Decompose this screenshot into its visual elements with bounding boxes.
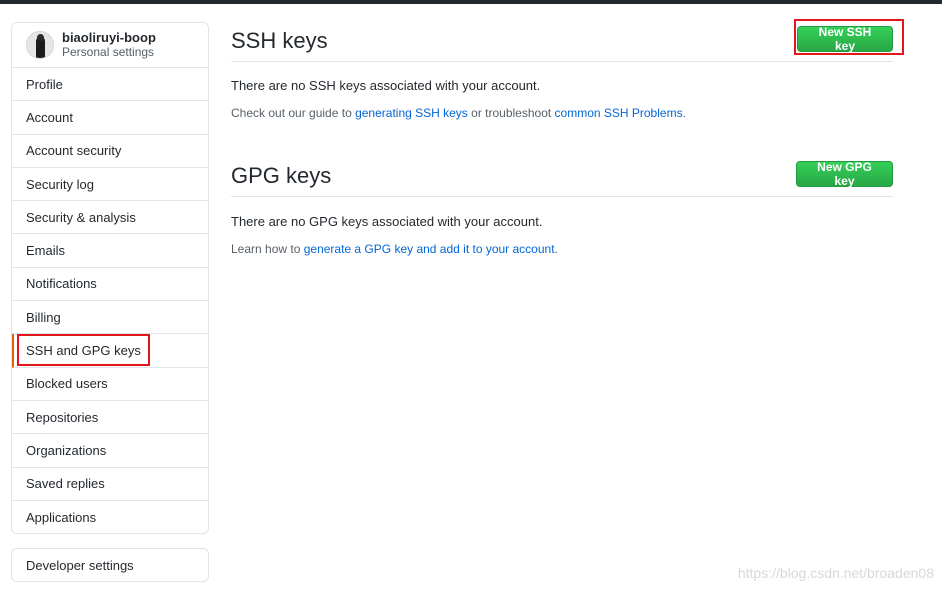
- ssh-guide-note: Check out our guide to generating SSH ke…: [231, 106, 686, 120]
- settings-sidebar: biaoliruyi-boop Personal settings Profil…: [11, 22, 209, 534]
- user-name[interactable]: biaoliruyi-boop: [62, 31, 156, 45]
- sidebar-item-emails[interactable]: Emails: [12, 234, 208, 268]
- ssh-guide-suffix: .: [682, 106, 686, 120]
- ssh-section-header: SSH keys New SSH key: [231, 22, 893, 62]
- new-gpg-key-button[interactable]: New GPG key: [796, 160, 893, 188]
- gpg-section-header: GPG keys New GPG key: [231, 157, 893, 197]
- sidebar-item-ssh-gpg-keys[interactable]: SSH and GPG keys: [12, 334, 208, 368]
- sidebar-item-profile[interactable]: Profile: [12, 68, 208, 102]
- user-header: biaoliruyi-boop Personal settings: [12, 23, 208, 68]
- sidebar-item-account[interactable]: Account: [12, 101, 208, 135]
- sidebar-item-billing[interactable]: Billing: [12, 301, 208, 335]
- common-ssh-problems-link[interactable]: common SSH Problems: [555, 106, 683, 120]
- ssh-title: SSH keys: [231, 28, 328, 53]
- gpg-learn-prefix: Learn how to: [231, 242, 304, 256]
- sidebar-item-saved-replies[interactable]: Saved replies: [12, 468, 208, 501]
- sidebar-item-security-analysis[interactable]: Security & analysis: [12, 201, 208, 235]
- gpg-learn-suffix: .: [554, 242, 558, 256]
- sidebar-item-blocked-users[interactable]: Blocked users: [12, 368, 208, 401]
- sidebar-item-repositories[interactable]: Repositories: [12, 401, 208, 435]
- avatar-head: [37, 34, 44, 41]
- new-ssh-key-button[interactable]: New SSH key: [797, 25, 893, 53]
- top-bar: [0, 0, 942, 4]
- avatar[interactable]: [26, 31, 54, 59]
- gpg-empty-text: There are no GPG keys associated with yo…: [231, 214, 543, 229]
- sidebar-item-security-log[interactable]: Security log: [12, 168, 208, 202]
- watermark: https://blog.csdn.net/broaden08: [737, 565, 934, 581]
- sidebar-item-applications[interactable]: Applications: [12, 501, 208, 533]
- user-subtitle: Personal settings: [62, 45, 155, 59]
- ssh-empty-text: There are no SSH keys associated with yo…: [231, 78, 541, 93]
- ssh-guide-mid: or troubleshoot: [467, 106, 555, 120]
- gpg-title: GPG keys: [231, 163, 332, 188]
- user-text: biaoliruyi-boop Personal settings: [62, 31, 156, 60]
- sidebar-item-developer-settings[interactable]: Developer settings: [11, 548, 209, 582]
- sidebar-item-notifications[interactable]: Notifications: [12, 268, 208, 302]
- gpg-learn-note: Learn how to generate a GPG key and add …: [231, 242, 558, 256]
- generate-gpg-key-link[interactable]: generate a GPG key and add it to your ac…: [304, 242, 555, 256]
- generating-ssh-keys-link[interactable]: generating SSH keys: [355, 106, 468, 120]
- ssh-guide-prefix: Check out our guide to: [231, 106, 356, 120]
- sidebar-item-organizations[interactable]: Organizations: [12, 434, 208, 468]
- sidebar-item-account-security[interactable]: Account security: [12, 135, 208, 168]
